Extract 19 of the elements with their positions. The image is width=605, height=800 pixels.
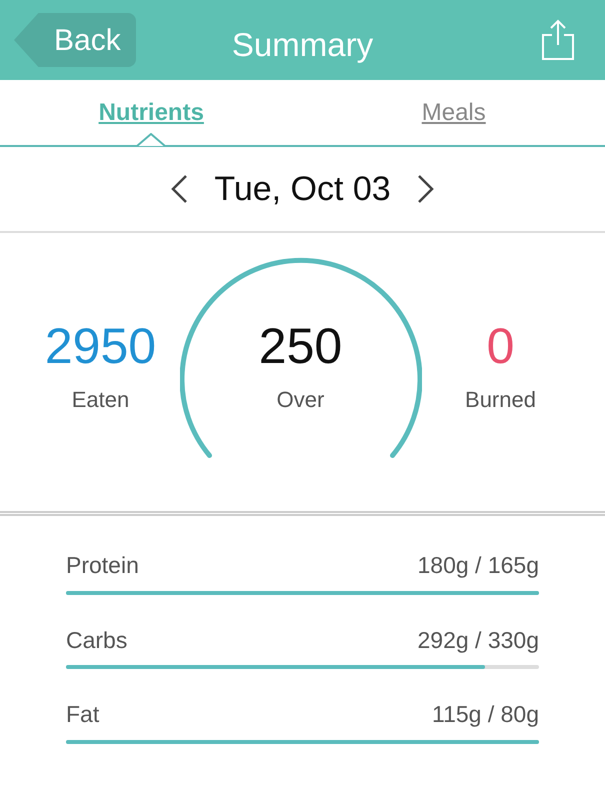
previous-icon[interactable] (170, 174, 188, 204)
calorie-label: Over (276, 386, 324, 414)
date-label: Tue, Oct 03 (214, 168, 391, 210)
calorie-value: 0 (486, 320, 514, 370)
calorie-label: Eaten (72, 386, 130, 414)
next-icon[interactable] (416, 174, 435, 204)
macro-name: Fat (66, 700, 100, 729)
calorie-value: 250 (258, 320, 342, 370)
tab[interactable]: Nutrients (98, 94, 204, 130)
calorie-value: 2950 (44, 320, 156, 370)
back-button[interactable]: Back (14, 13, 136, 67)
screen-title: Summary (232, 25, 374, 65)
macro-reading: 115g / 80g (432, 700, 539, 729)
macro-name: Carbs (66, 626, 128, 654)
tab[interactable]: Meals (422, 94, 486, 130)
calorie-label: Burned (465, 386, 536, 414)
macro-name: Protein (66, 551, 139, 580)
macro-reading: 180g / 165g (417, 551, 539, 580)
macro-reading: 292g / 330g (417, 626, 539, 655)
